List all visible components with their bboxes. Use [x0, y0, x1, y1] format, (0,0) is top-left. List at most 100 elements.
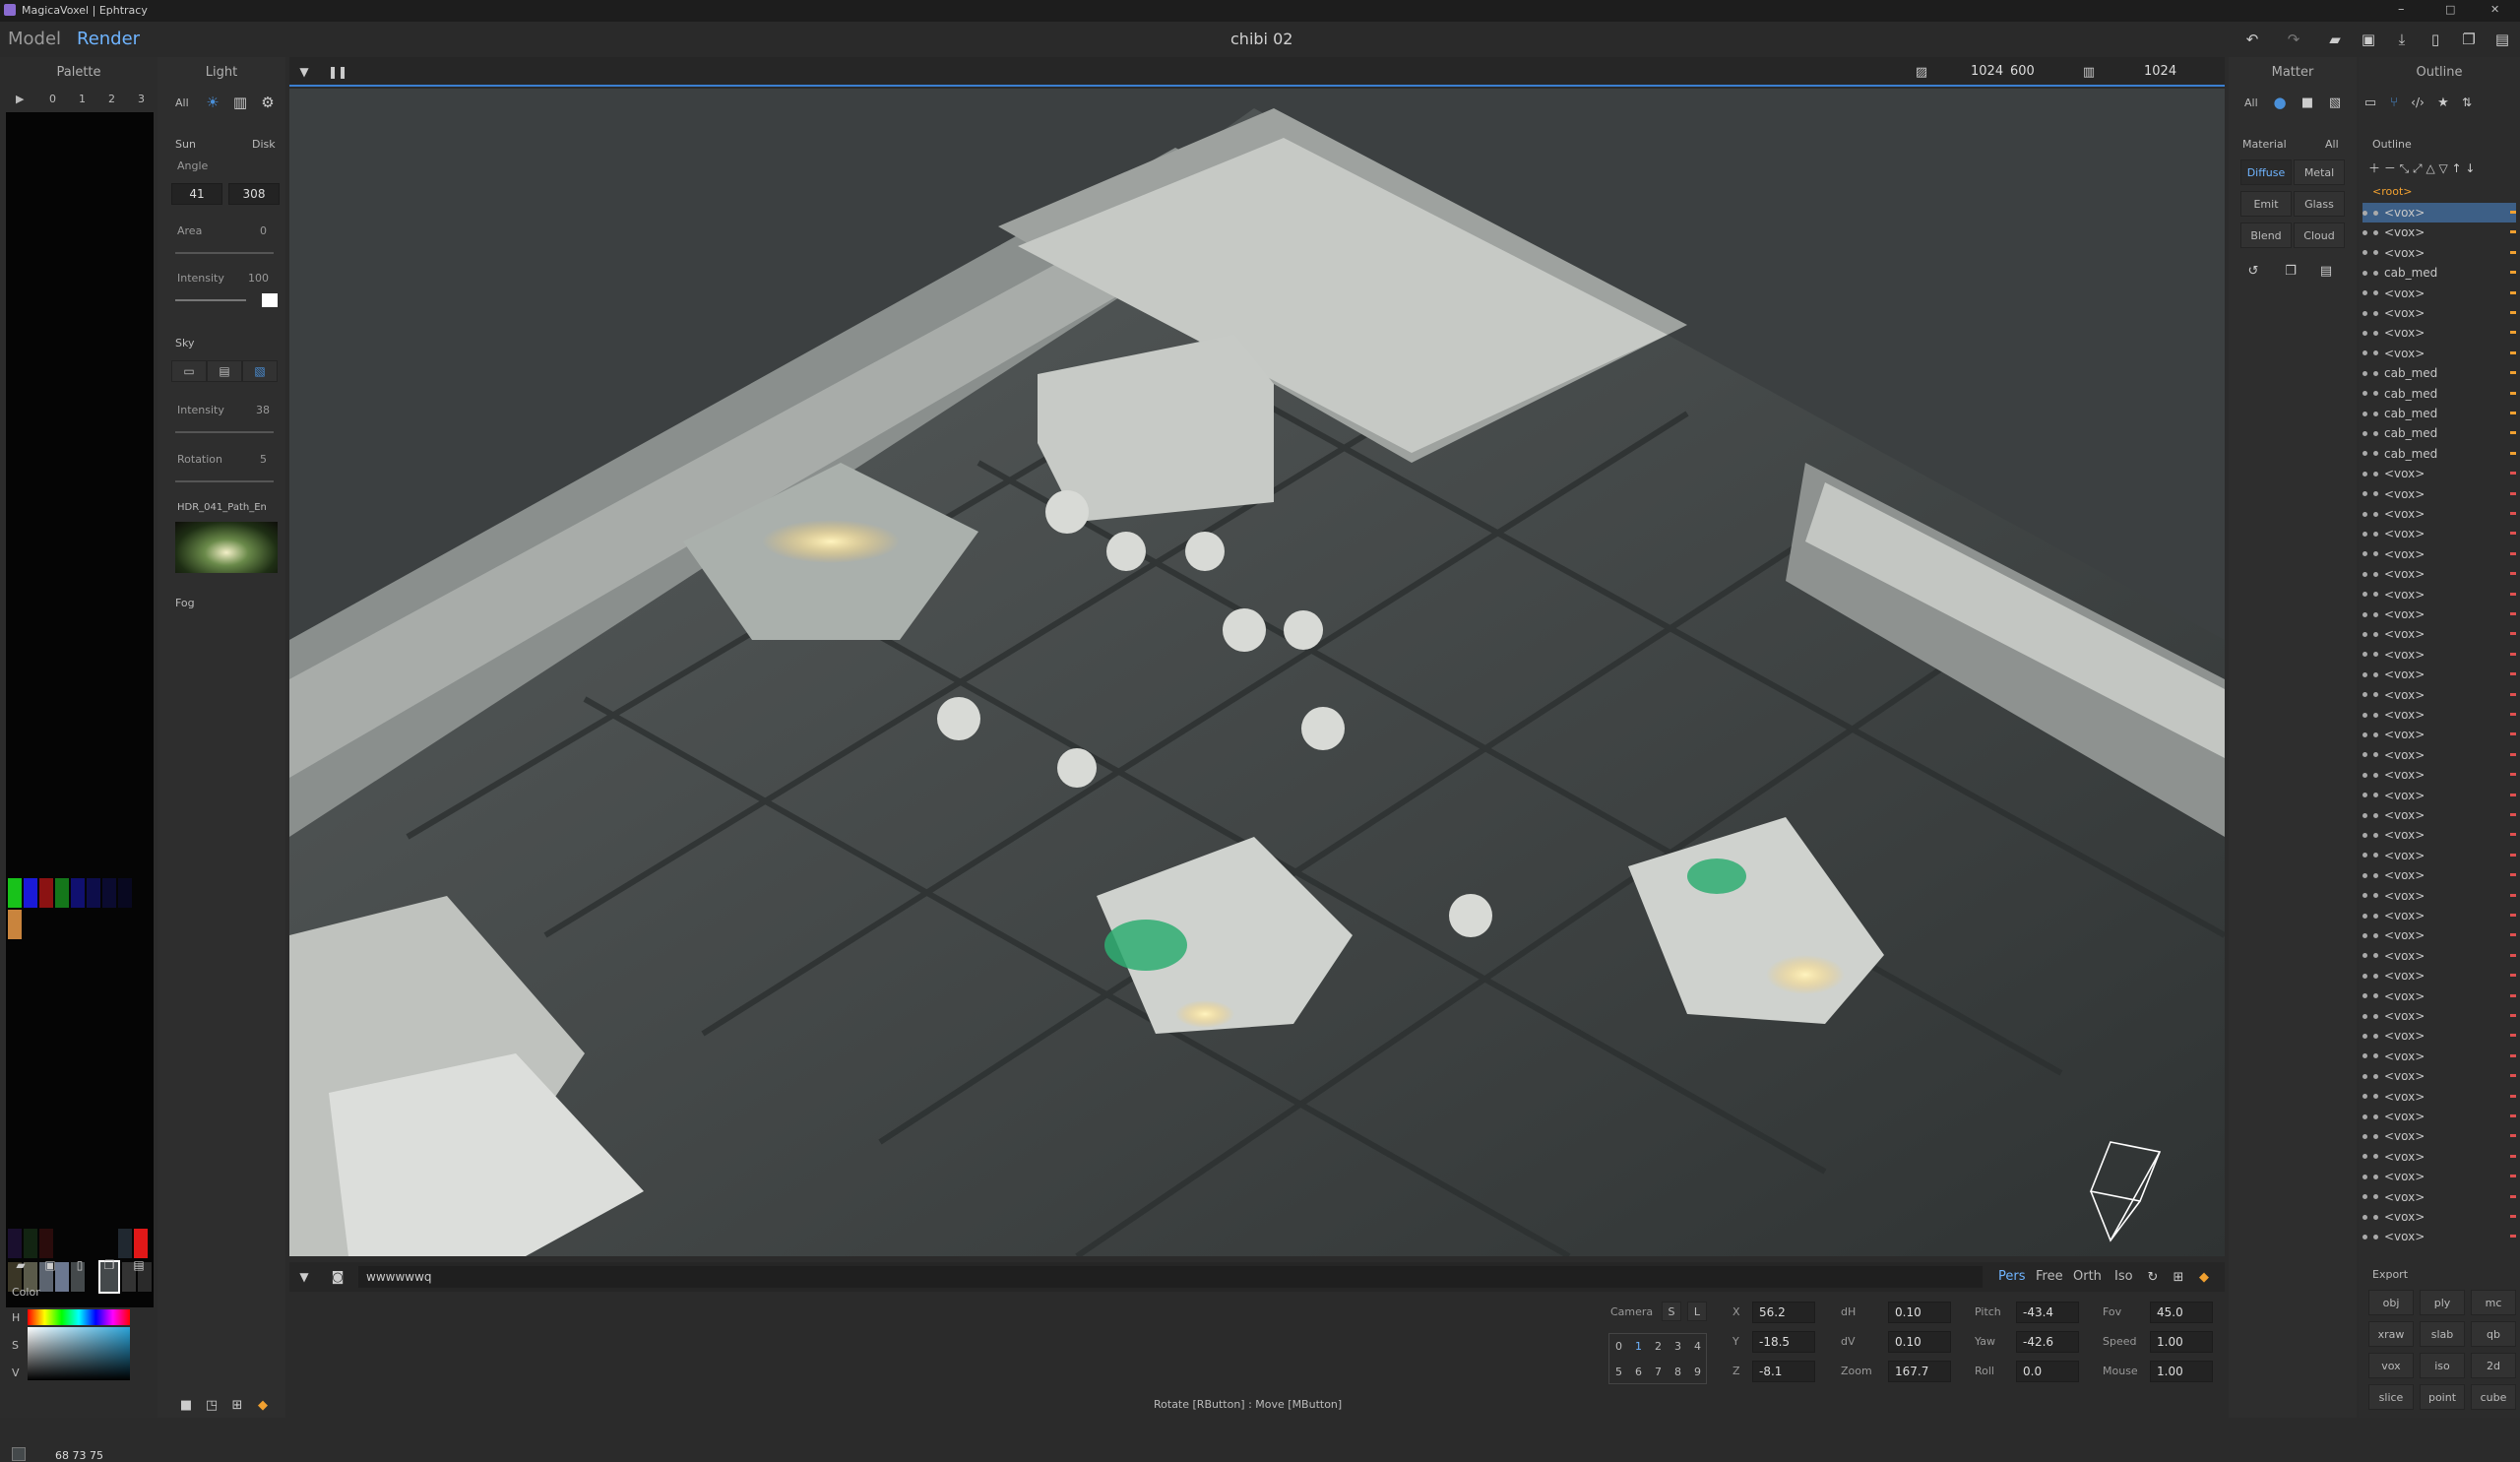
rotation-value[interactable]: 5 [260, 453, 267, 466]
sun-section[interactable]: Sun [175, 138, 196, 151]
cam-z-field[interactable]: -8.1 [1752, 1361, 1815, 1382]
visibility-icon[interactable] [2362, 1013, 2367, 1019]
outline-item[interactable]: <vox> [2362, 1047, 2516, 1066]
export-2d-button[interactable]: 2d [2471, 1353, 2516, 1378]
lock-icon[interactable] [2373, 832, 2378, 838]
camera-slot-2[interactable]: 2 [1655, 1340, 1662, 1353]
export-point-button[interactable]: point [2420, 1384, 2465, 1410]
lock-icon[interactable] [2373, 551, 2378, 557]
lock-icon[interactable] [2373, 270, 2378, 276]
outline-item[interactable]: <vox> [2362, 203, 2516, 222]
lock-icon[interactable] [2373, 872, 2378, 878]
proj-pers[interactable]: Pers [1998, 1269, 2026, 1284]
outline-item[interactable]: <vox> [2362, 1147, 2516, 1167]
lock-icon[interactable] [2373, 1053, 2378, 1059]
lock-icon[interactable] [2373, 692, 2378, 698]
cam-dh-field[interactable]: 0.10 [1888, 1302, 1951, 1323]
command-menu-icon[interactable]: ▼ [295, 1268, 313, 1286]
sun-mode[interactable]: Disk [252, 138, 276, 151]
visibility-icon[interactable] [2362, 310, 2367, 316]
sphere-icon[interactable]: ● [2270, 93, 2290, 112]
reset-camera-icon[interactable]: ↻ [2144, 1268, 2162, 1286]
camera-slot-3[interactable]: 3 [1674, 1340, 1681, 1353]
visibility-icon[interactable] [2362, 973, 2367, 979]
hue-slider[interactable] [28, 1309, 130, 1325]
palette-grid[interactable] [6, 112, 154, 1307]
sun-filter-icon[interactable]: ☀ [203, 93, 222, 112]
lock-icon[interactable] [2373, 853, 2378, 858]
visibility-icon[interactable] [2362, 932, 2367, 938]
outline-item[interactable]: <vox> [2362, 1006, 2516, 1026]
outline-item[interactable]: <vox> [2362, 544, 2516, 564]
lock-icon[interactable] [2373, 1133, 2378, 1139]
export-slice-button[interactable]: slice [2368, 1384, 2414, 1410]
redo-icon[interactable]: ↷ [2284, 30, 2303, 49]
outline-item[interactable]: <vox> [2362, 624, 2516, 644]
new-file-icon[interactable]: ▯ [2426, 30, 2445, 49]
image-icon[interactable]: ▧ [2325, 93, 2345, 112]
visibility-icon[interactable] [2362, 491, 2367, 497]
save-icon[interactable]: ▣ [2359, 30, 2378, 49]
proj-iso[interactable]: Iso [2114, 1269, 2133, 1284]
visibility-icon[interactable] [2362, 1194, 2367, 1200]
export-qb-button[interactable]: qb [2471, 1321, 2516, 1347]
visibility-icon[interactable] [2362, 411, 2367, 416]
proj-orth[interactable]: Orth [2073, 1269, 2102, 1284]
palette-open-icon[interactable]: ▰ [12, 1256, 30, 1274]
visibility-icon[interactable] [2362, 772, 2367, 778]
outline-item[interactable]: <vox> [2362, 925, 2516, 945]
material-cloud[interactable]: Cloud [2294, 222, 2345, 248]
cam-mouse-field[interactable]: 1.00 [2150, 1361, 2213, 1382]
outline-code-icon[interactable]: ‹/› [2408, 93, 2427, 112]
render-width[interactable]: 1024 [1971, 64, 2003, 79]
cam-zoom-field[interactable]: 167.7 [1888, 1361, 1951, 1382]
lock-icon[interactable] [2373, 1013, 2378, 1019]
lock-icon[interactable] [2373, 652, 2378, 658]
outline-tools[interactable]: ＋ － ⤡ ⤢ △ ▽ ↑ ↓ [2368, 159, 2475, 176]
lock-icon[interactable] [2373, 812, 2378, 818]
camera-slot-7[interactable]: 7 [1655, 1366, 1662, 1378]
render-viewport[interactable] [289, 89, 2225, 1256]
bg-toggle-icon[interactable]: ◆ [254, 1396, 272, 1414]
pause-icon[interactable]: ❚❚ [328, 63, 347, 81]
outline-item[interactable]: <vox> [2362, 1026, 2516, 1046]
export-section[interactable]: Export [2372, 1268, 2408, 1281]
cam-speed-field[interactable]: 1.00 [2150, 1331, 2213, 1353]
lock-icon[interactable] [2373, 391, 2378, 397]
visibility-icon[interactable] [2362, 551, 2367, 557]
outline-item[interactable]: <vox> [2362, 765, 2516, 785]
sky-section[interactable]: Sky [175, 337, 194, 350]
current-color-box[interactable] [12, 1447, 26, 1461]
visibility-icon[interactable] [2362, 471, 2367, 477]
export-iso-button[interactable]: iso [2420, 1353, 2465, 1378]
export-slab-button[interactable]: slab [2420, 1321, 2465, 1347]
outline-item[interactable]: <vox> [2362, 1126, 2516, 1146]
area-slider[interactable] [175, 252, 274, 254]
lock-icon[interactable] [2373, 1194, 2378, 1200]
visibility-icon[interactable] [2362, 853, 2367, 858]
outline-item[interactable]: cab_med [2362, 444, 2516, 464]
camera-slot-0[interactable]: 0 [1615, 1340, 1622, 1353]
sun-color-swatch[interactable] [262, 293, 278, 307]
outline-item[interactable]: <vox> [2362, 906, 2516, 925]
outline-item[interactable]: <vox> [2362, 585, 2516, 604]
outline-item[interactable]: <vox> [2362, 1167, 2516, 1186]
rotation-slider[interactable] [175, 480, 274, 482]
lock-icon[interactable] [2373, 712, 2378, 718]
outline-item[interactable]: <vox> [2362, 645, 2516, 665]
visibility-icon[interactable] [2362, 652, 2367, 658]
download-icon[interactable]: ⤓ [2392, 30, 2412, 49]
lock-icon[interactable] [2373, 932, 2378, 938]
outline-item[interactable]: cab_med [2362, 263, 2516, 283]
export-obj-button[interactable]: obj [2368, 1290, 2414, 1315]
outline-item[interactable]: cab_med [2362, 404, 2516, 423]
visibility-icon[interactable] [2362, 631, 2367, 637]
visibility-icon[interactable] [2362, 893, 2367, 899]
visibility-icon[interactable] [2362, 1113, 2367, 1119]
cam-dv-field[interactable]: 0.10 [1888, 1331, 1951, 1353]
outline-item[interactable]: <vox> [2362, 1187, 2516, 1207]
proj-free[interactable]: Free [2036, 1269, 2063, 1284]
visibility-icon[interactable] [2362, 531, 2367, 537]
image-size-icon[interactable]: ▨ [1912, 63, 1931, 81]
outline-tree-icon[interactable]: ⑂ [2384, 93, 2404, 112]
